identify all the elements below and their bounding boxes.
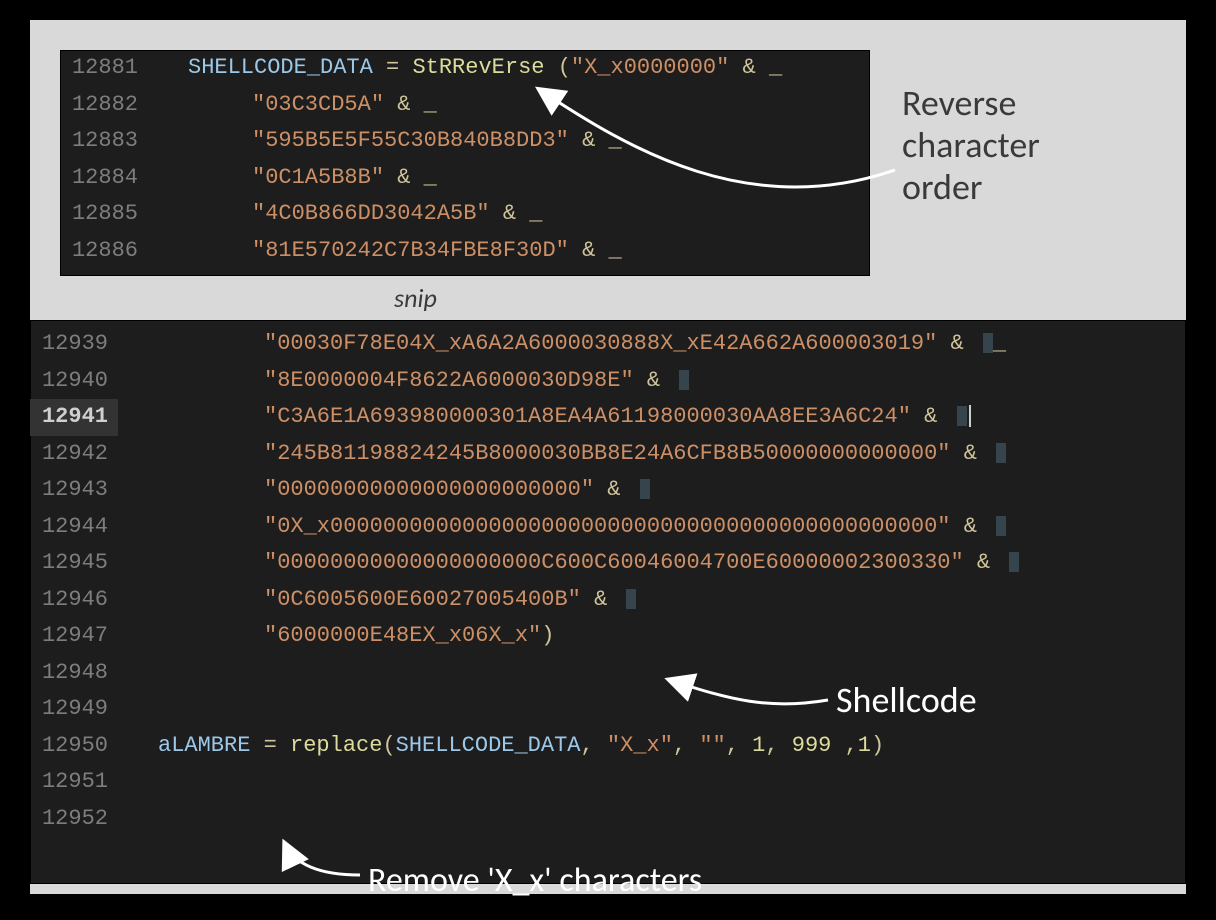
figure-container: 12881SHELLCODE_DATA = StRRevErse ("X_x00… — [30, 20, 1186, 894]
arrow-remove — [30, 20, 1186, 920]
